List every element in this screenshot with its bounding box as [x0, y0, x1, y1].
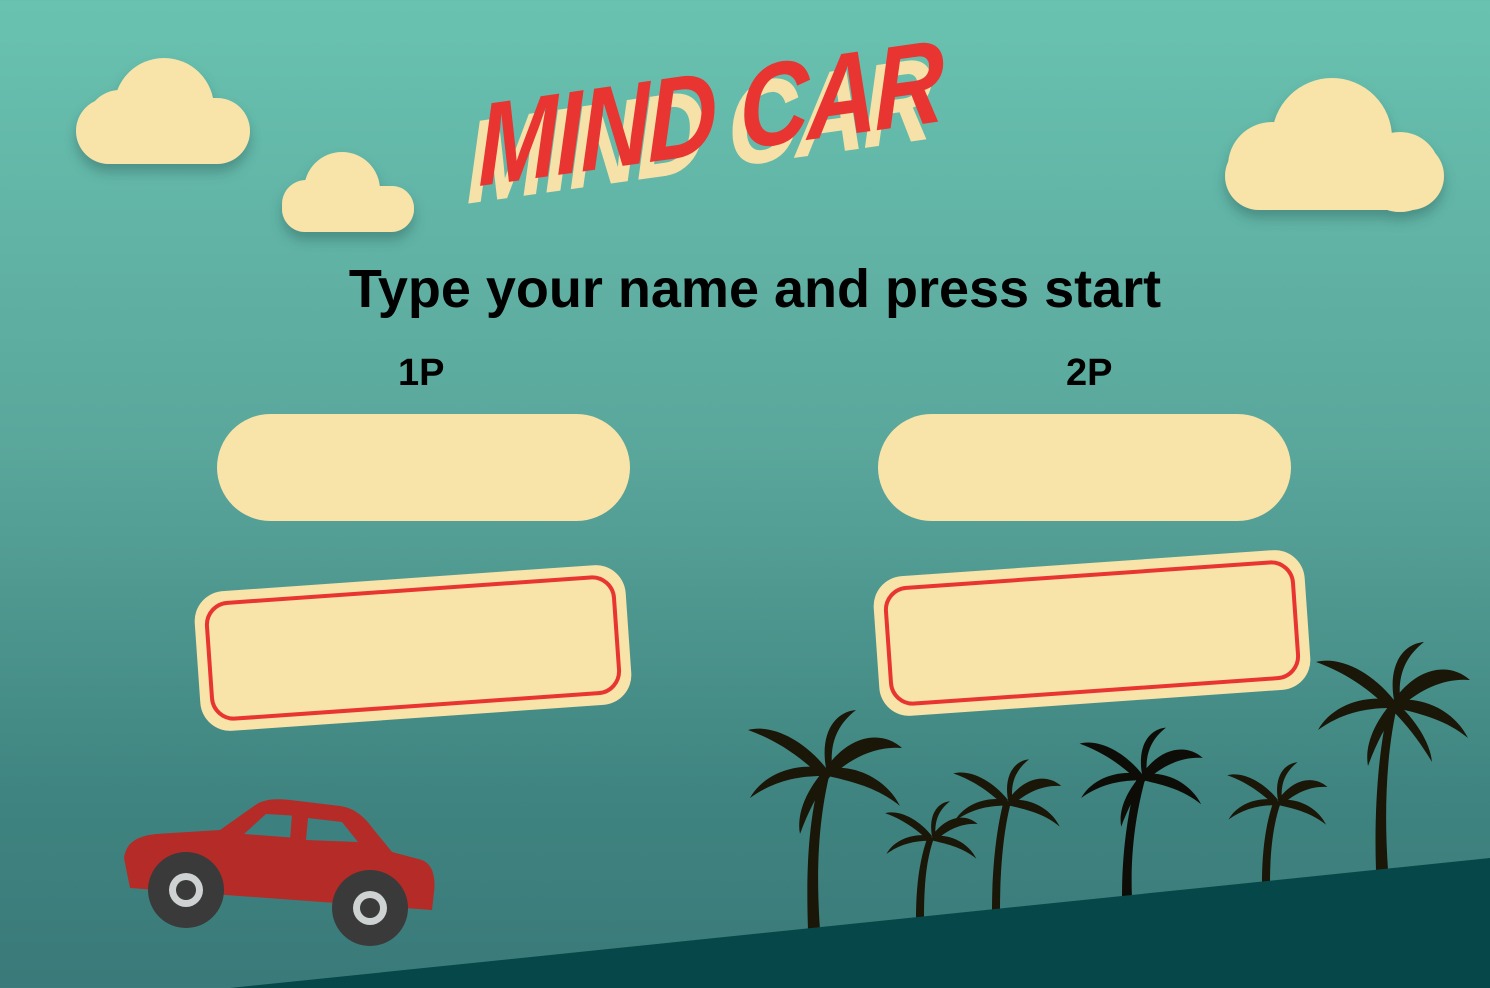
palm-tree-icon — [1316, 642, 1470, 870]
palm-tree-icon — [1079, 727, 1203, 898]
palm-tree-icon — [748, 710, 902, 930]
palm-tree-icon — [885, 801, 978, 918]
palm-tree-icon — [1227, 762, 1328, 884]
start-screen: MIND CAR MIND CAR Type your name and pre… — [0, 0, 1490, 988]
landscape-layer — [124, 642, 1490, 988]
palm-tree-icon — [953, 759, 1062, 910]
car-icon — [124, 799, 435, 946]
